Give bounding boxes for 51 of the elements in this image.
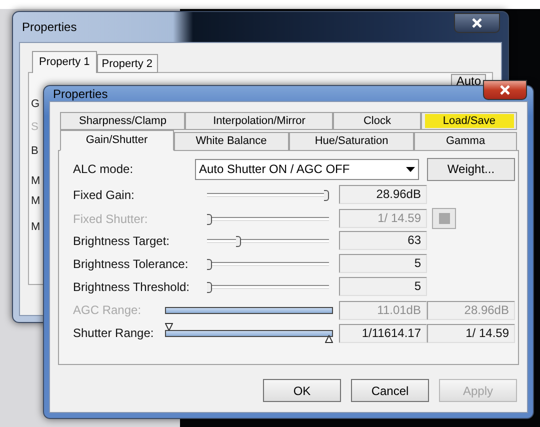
field-label: M: [31, 175, 40, 188]
slider-thumb[interactable]: [236, 236, 242, 246]
slider-thumb[interactable]: [207, 282, 212, 292]
range-slider[interactable]: [165, 323, 333, 343]
tab[interactable]: Gamma: [414, 132, 517, 151]
field-label: Brightness Tolerance:: [73, 256, 188, 270]
tab[interactable]: White Balance: [174, 132, 289, 151]
close-icon: [472, 18, 482, 28]
value-field: 11.01dB: [339, 300, 427, 320]
tab[interactable]: Sharpness/Clamp: [60, 112, 186, 130]
close-button[interactable]: [483, 80, 527, 100]
square-icon: [438, 213, 450, 224]
field-label: ALC mode:: [73, 162, 134, 176]
value-field: 28.96dB: [427, 300, 515, 320]
value-field: 1/ 14.59: [339, 209, 427, 228]
field-label: Fixed Shutter:: [73, 212, 148, 226]
weight-button[interactable]: Weight...: [427, 158, 515, 180]
dialog-button[interactable]: OK: [263, 379, 341, 402]
field-label: M: [31, 221, 40, 234]
close-icon: [500, 84, 510, 94]
close-button[interactable]: [454, 13, 500, 33]
high-handle-icon[interactable]: [325, 335, 333, 343]
field-label: Shutter Range:: [73, 326, 154, 340]
value-field: 63: [339, 231, 427, 250]
tab[interactable]: Property 1: [32, 51, 97, 73]
field-label: S: [31, 121, 38, 134]
field-label: Brightness Threshold:: [73, 280, 190, 294]
window-title: Properties: [22, 20, 77, 34]
value-field: 1/11614.17: [339, 324, 427, 342]
value-field: 28.96dB: [339, 185, 427, 204]
caret-icon: [406, 166, 415, 172]
field-label: G: [31, 98, 40, 111]
mode-dropdown[interactable]: Auto Shutter ON / AGC OFF: [195, 158, 419, 180]
field-label: Brightness Target:: [73, 234, 170, 248]
window-title: Properties: [53, 86, 108, 100]
tab[interactable]: Gain/Shutter: [60, 130, 174, 151]
dialog-button[interactable]: Cancel: [351, 379, 429, 402]
field-label: Fixed Gain:: [73, 188, 134, 202]
tab[interactable]: Interpolation/Mirror: [185, 112, 334, 130]
value-field: 5: [339, 277, 427, 296]
tab[interactable]: Property 2: [96, 54, 158, 73]
tab[interactable]: Load/Save: [421, 112, 517, 130]
value-field: 5: [339, 254, 427, 273]
field-label: B: [31, 145, 38, 158]
slider-thumb[interactable]: [207, 258, 212, 270]
slider-thumb[interactable]: [324, 190, 329, 200]
value-field: 1/ 14.59: [427, 324, 515, 342]
tab[interactable]: Clock: [333, 112, 422, 130]
field-label: M: [31, 195, 40, 208]
tab[interactable]: Hue/Saturation: [288, 132, 414, 151]
field-label: AGC Range:: [73, 303, 142, 317]
